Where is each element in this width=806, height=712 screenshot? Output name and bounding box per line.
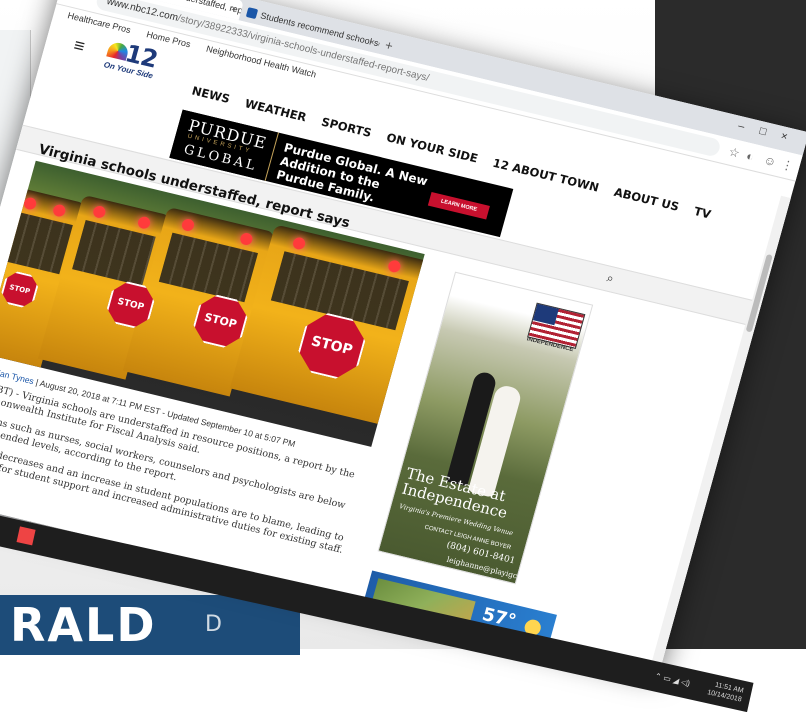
learn-more-button[interactable]: LEARN MORE [427,191,490,220]
background-poster: RALD D [0,595,300,655]
nav-news[interactable]: NEWS [190,84,231,106]
system-tray-icons[interactable]: ⌃ ▭ ◢ ◁) [654,671,691,688]
browser-menu-icon[interactable]: ⋮ [780,157,795,173]
nav-tv[interactable]: TV [692,204,712,221]
estate-independence-ad[interactable]: INDEPENDENCE The Estate at Independence … [377,271,594,585]
author-link[interactable]: Brian Tynes [0,366,35,386]
reload-icon[interactable]: ⟳ [66,0,80,2]
maximize-button[interactable]: □ [758,125,768,138]
nav-sports[interactable]: SPORTS [320,115,373,140]
nav-weather[interactable]: WEATHER [243,96,308,124]
pinned-app-icon[interactable] [16,526,36,546]
nav-about-us[interactable]: ABOUT US [612,185,680,214]
poster-letter: D [205,612,224,637]
new-tab-button[interactable]: + [383,37,394,53]
extension-icon[interactable]: ◐ [745,149,756,164]
close-window-button[interactable]: × [779,130,788,143]
nav-on-your-side[interactable]: ON YOUR SIDE [385,130,479,165]
clock[interactable]: 11:51 AM 10/14/2018 [706,679,745,704]
nbc12-favicon-icon [245,7,259,20]
minimize-button[interactable]: – [737,120,746,133]
poster-text: RALD [10,598,157,652]
hamburger-menu-icon[interactable]: ≡ [71,35,88,58]
profile-icon[interactable]: ☺ [762,153,778,169]
bookmark-star-icon[interactable]: ☆ [727,145,741,161]
search-icon[interactable]: ⌕ [605,271,615,287]
